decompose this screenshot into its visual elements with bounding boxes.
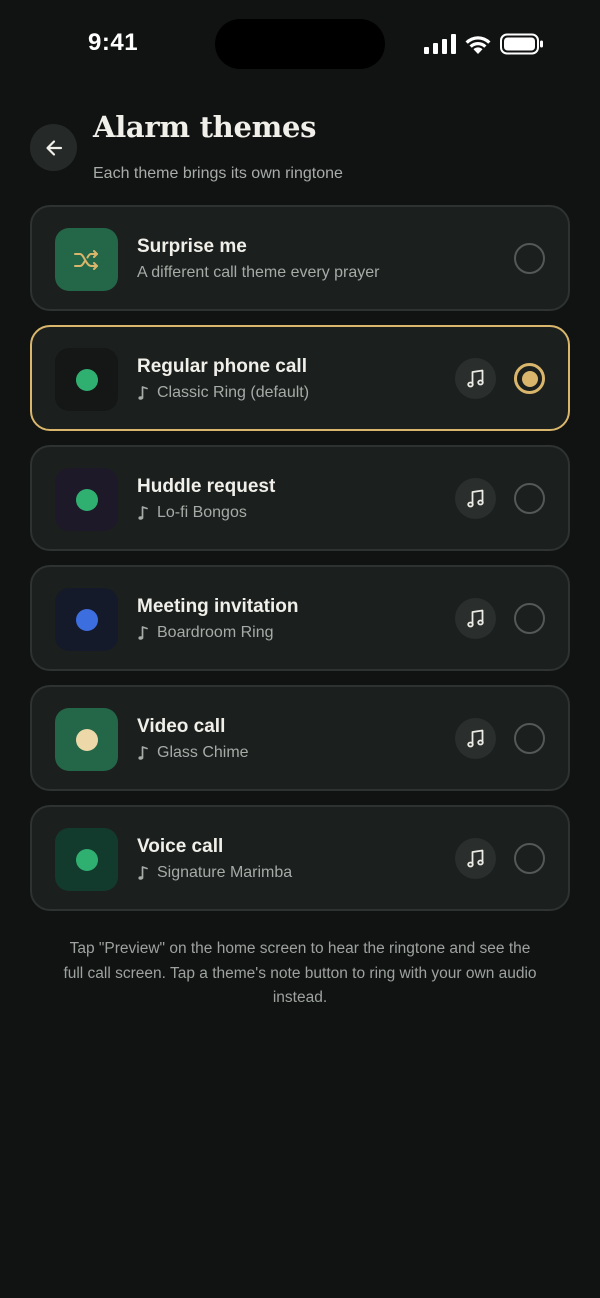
- theme-subtitle: Signature Marimba: [137, 864, 292, 882]
- ringtone-name: Lo-fi Bongos: [157, 504, 247, 521]
- dynamic-island: [215, 19, 385, 69]
- theme-card-surprise-me[interactable]: Surprise me A different call theme every…: [30, 205, 570, 311]
- theme-card-video-call[interactable]: Video call Glass Chime: [30, 685, 570, 791]
- green-dot-icon: [75, 848, 98, 871]
- theme-subtitle: A different call theme every prayer: [137, 264, 380, 282]
- battery-icon: [500, 33, 543, 55]
- theme-card-regular-phone-call[interactable]: Regular phone call Classic Ring (default…: [30, 325, 570, 431]
- theme-name: Regular phone call: [137, 356, 307, 377]
- theme-name: Voice call: [137, 836, 224, 857]
- custom-audio-button[interactable]: [455, 598, 496, 639]
- theme-icon-tile: [55, 228, 118, 291]
- blue-dot-icon: [75, 608, 98, 631]
- status-bar: 9:41: [0, 0, 600, 90]
- back-button[interactable]: [30, 124, 77, 171]
- theme-subtitle: Lo-fi Bongos: [137, 504, 247, 522]
- ringtone-name: Glass Chime: [157, 744, 249, 761]
- custom-audio-button[interactable]: [455, 838, 496, 879]
- ringtone-name: Signature Marimba: [157, 864, 293, 881]
- custom-audio-button[interactable]: [455, 478, 496, 519]
- status-time: 9:41: [88, 29, 139, 56]
- theme-list: Surprise me A different call theme every…: [30, 205, 570, 925]
- theme-name: Huddle request: [137, 476, 276, 497]
- theme-radio[interactable]: [514, 723, 545, 754]
- green-dot-icon: [75, 488, 98, 511]
- theme-subtitle: Boardroom Ring: [137, 624, 274, 642]
- wifi-icon: [465, 35, 491, 54]
- theme-card-meeting-invitation[interactable]: Meeting invitation Boardroom Ring: [30, 565, 570, 671]
- cream-dot-icon: [75, 728, 98, 751]
- theme-subtitle: Glass Chime: [137, 744, 249, 762]
- shuffle-icon: [73, 249, 98, 270]
- music-note-icon: [138, 746, 148, 760]
- music-note-icon: [138, 386, 148, 400]
- theme-name: Meeting invitation: [137, 596, 299, 617]
- theme-icon-tile: [55, 468, 118, 531]
- theme-card-voice-call[interactable]: Voice call Signature Marimba: [30, 805, 570, 911]
- music-note-icon: [138, 866, 148, 880]
- cellular-signal-icon: [424, 34, 456, 54]
- theme-name: Surprise me: [137, 236, 247, 257]
- theme-card-huddle-request[interactable]: Huddle request Lo-fi Bongos: [30, 445, 570, 551]
- music-notes-icon: [466, 369, 484, 387]
- music-notes-icon: [466, 489, 484, 507]
- theme-subtitle-text: A different call theme every prayer: [137, 264, 380, 281]
- theme-radio[interactable]: [514, 243, 545, 274]
- theme-radio[interactable]: [514, 483, 545, 514]
- theme-radio[interactable]: [514, 843, 545, 874]
- music-notes-icon: [466, 729, 484, 747]
- status-icons: [424, 33, 544, 55]
- page-subtitle: Each theme brings its own ringtone: [93, 165, 343, 182]
- footer-note: Tap "Preview" on the home screen to hear…: [63, 940, 537, 1006]
- theme-subtitle: Classic Ring (default): [137, 384, 309, 402]
- custom-audio-button[interactable]: [455, 718, 496, 759]
- custom-audio-button[interactable]: [455, 358, 496, 399]
- radio-selected-dot: [521, 370, 538, 387]
- music-note-icon: [138, 626, 148, 640]
- theme-icon-tile: [55, 828, 118, 891]
- arrow-left-icon: [45, 139, 62, 156]
- ringtone-name: Boardroom Ring: [157, 624, 274, 641]
- theme-radio-selected[interactable]: [514, 363, 545, 394]
- theme-icon-tile: [55, 588, 118, 651]
- music-notes-icon: [466, 609, 484, 627]
- page-title: Alarm themes: [93, 110, 317, 144]
- theme-name: Video call: [137, 716, 226, 737]
- green-dot-icon: [75, 368, 98, 391]
- music-notes-icon: [466, 849, 484, 867]
- theme-radio[interactable]: [514, 603, 545, 634]
- music-note-icon: [138, 506, 148, 520]
- theme-icon-tile: [55, 708, 118, 771]
- ringtone-name: Classic Ring (default): [157, 384, 310, 401]
- theme-icon-tile: [55, 348, 118, 411]
